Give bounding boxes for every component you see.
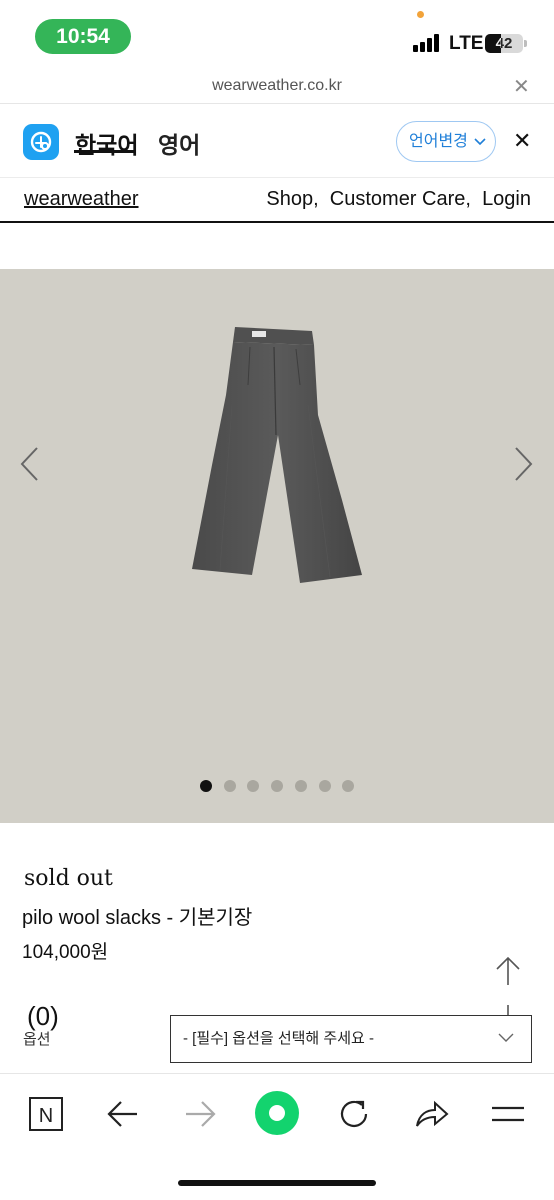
brand-link[interactable]: wearweather — [24, 188, 139, 211]
forward-arrow-icon[interactable] — [178, 1092, 222, 1136]
option-select[interactable]: - [필수] 옵션을 선택해 주세요 - — [170, 1015, 532, 1063]
review-count: (0) — [27, 1001, 59, 1031]
change-language-button[interactable]: 언어변경 — [396, 121, 496, 162]
menu-icon[interactable] — [486, 1092, 530, 1136]
language-korean-tab[interactable]: 한국어 — [75, 126, 138, 160]
gallery-dot[interactable] — [271, 780, 284, 792]
product-image — [192, 327, 362, 583]
papago-icon — [23, 124, 59, 160]
language-english-tab[interactable]: 영어 — [158, 126, 200, 160]
naver-label: N — [39, 1105, 53, 1127]
status-time[interactable]: 10:54 — [35, 19, 131, 54]
back-arrow-icon[interactable] — [101, 1092, 145, 1136]
nav-customer-care-link[interactable]: Customer Care, — [330, 188, 471, 210]
sold-out-label: sold out — [24, 866, 113, 891]
nav-shop-link[interactable]: Shop, — [266, 188, 318, 210]
naver-icon[interactable]: N — [24, 1092, 68, 1136]
url-bar[interactable]: wearweather.co.kr ✕ — [0, 74, 554, 104]
site-nav: wearweather Shop, Customer Care, Login — [0, 178, 554, 223]
scroll-up-arrow-icon[interactable] — [494, 955, 522, 987]
gallery-dot[interactable] — [318, 780, 331, 792]
option-select-placeholder: - [필수] 옵션을 선택해 주세요 - — [183, 1030, 374, 1047]
close-translate-icon[interactable]: ✕ — [513, 128, 531, 154]
chevron-left-icon[interactable] — [15, 444, 45, 484]
product-gallery[interactable] — [0, 269, 554, 823]
share-icon[interactable] — [409, 1092, 453, 1136]
chevron-down-icon — [474, 138, 486, 146]
product-name: pilo wool slacks - 기본기장 — [22, 907, 253, 929]
battery-icon: 42 — [485, 34, 523, 53]
network-type: LTE — [449, 33, 484, 54]
nav-links: Shop, Customer Care, Login — [266, 188, 531, 211]
privacy-indicator-icon — [417, 11, 424, 18]
nav-login-link[interactable]: Login — [482, 188, 531, 210]
gallery-dot[interactable] — [342, 780, 355, 792]
close-icon[interactable]: ✕ — [513, 74, 530, 99]
green-dot-center — [269, 1105, 285, 1121]
active-tab-indicator — [74, 150, 136, 153]
translate-bar: 한국어 영어 언어변경 ✕ — [0, 104, 554, 178]
chevron-down-icon — [498, 1033, 514, 1042]
status-bar: 10:54 LTE 42 — [0, 0, 554, 74]
battery-level: 42 — [495, 35, 513, 52]
signal-icon — [413, 34, 443, 52]
battery-tip — [524, 40, 527, 47]
gallery-dot[interactable] — [200, 780, 212, 792]
gallery-dot[interactable] — [247, 780, 260, 792]
gallery-dot[interactable] — [223, 780, 236, 792]
gallery-dot[interactable] — [294, 780, 307, 792]
home-indicator — [178, 1180, 376, 1186]
reload-icon[interactable] — [332, 1092, 376, 1136]
green-dot-icon[interactable] — [255, 1091, 299, 1135]
product-price: 104,000원 — [22, 942, 109, 963]
change-language-label: 언어변경 — [409, 133, 468, 150]
url-text[interactable]: wearweather.co.kr — [0, 77, 554, 95]
chevron-right-icon[interactable] — [508, 444, 538, 484]
